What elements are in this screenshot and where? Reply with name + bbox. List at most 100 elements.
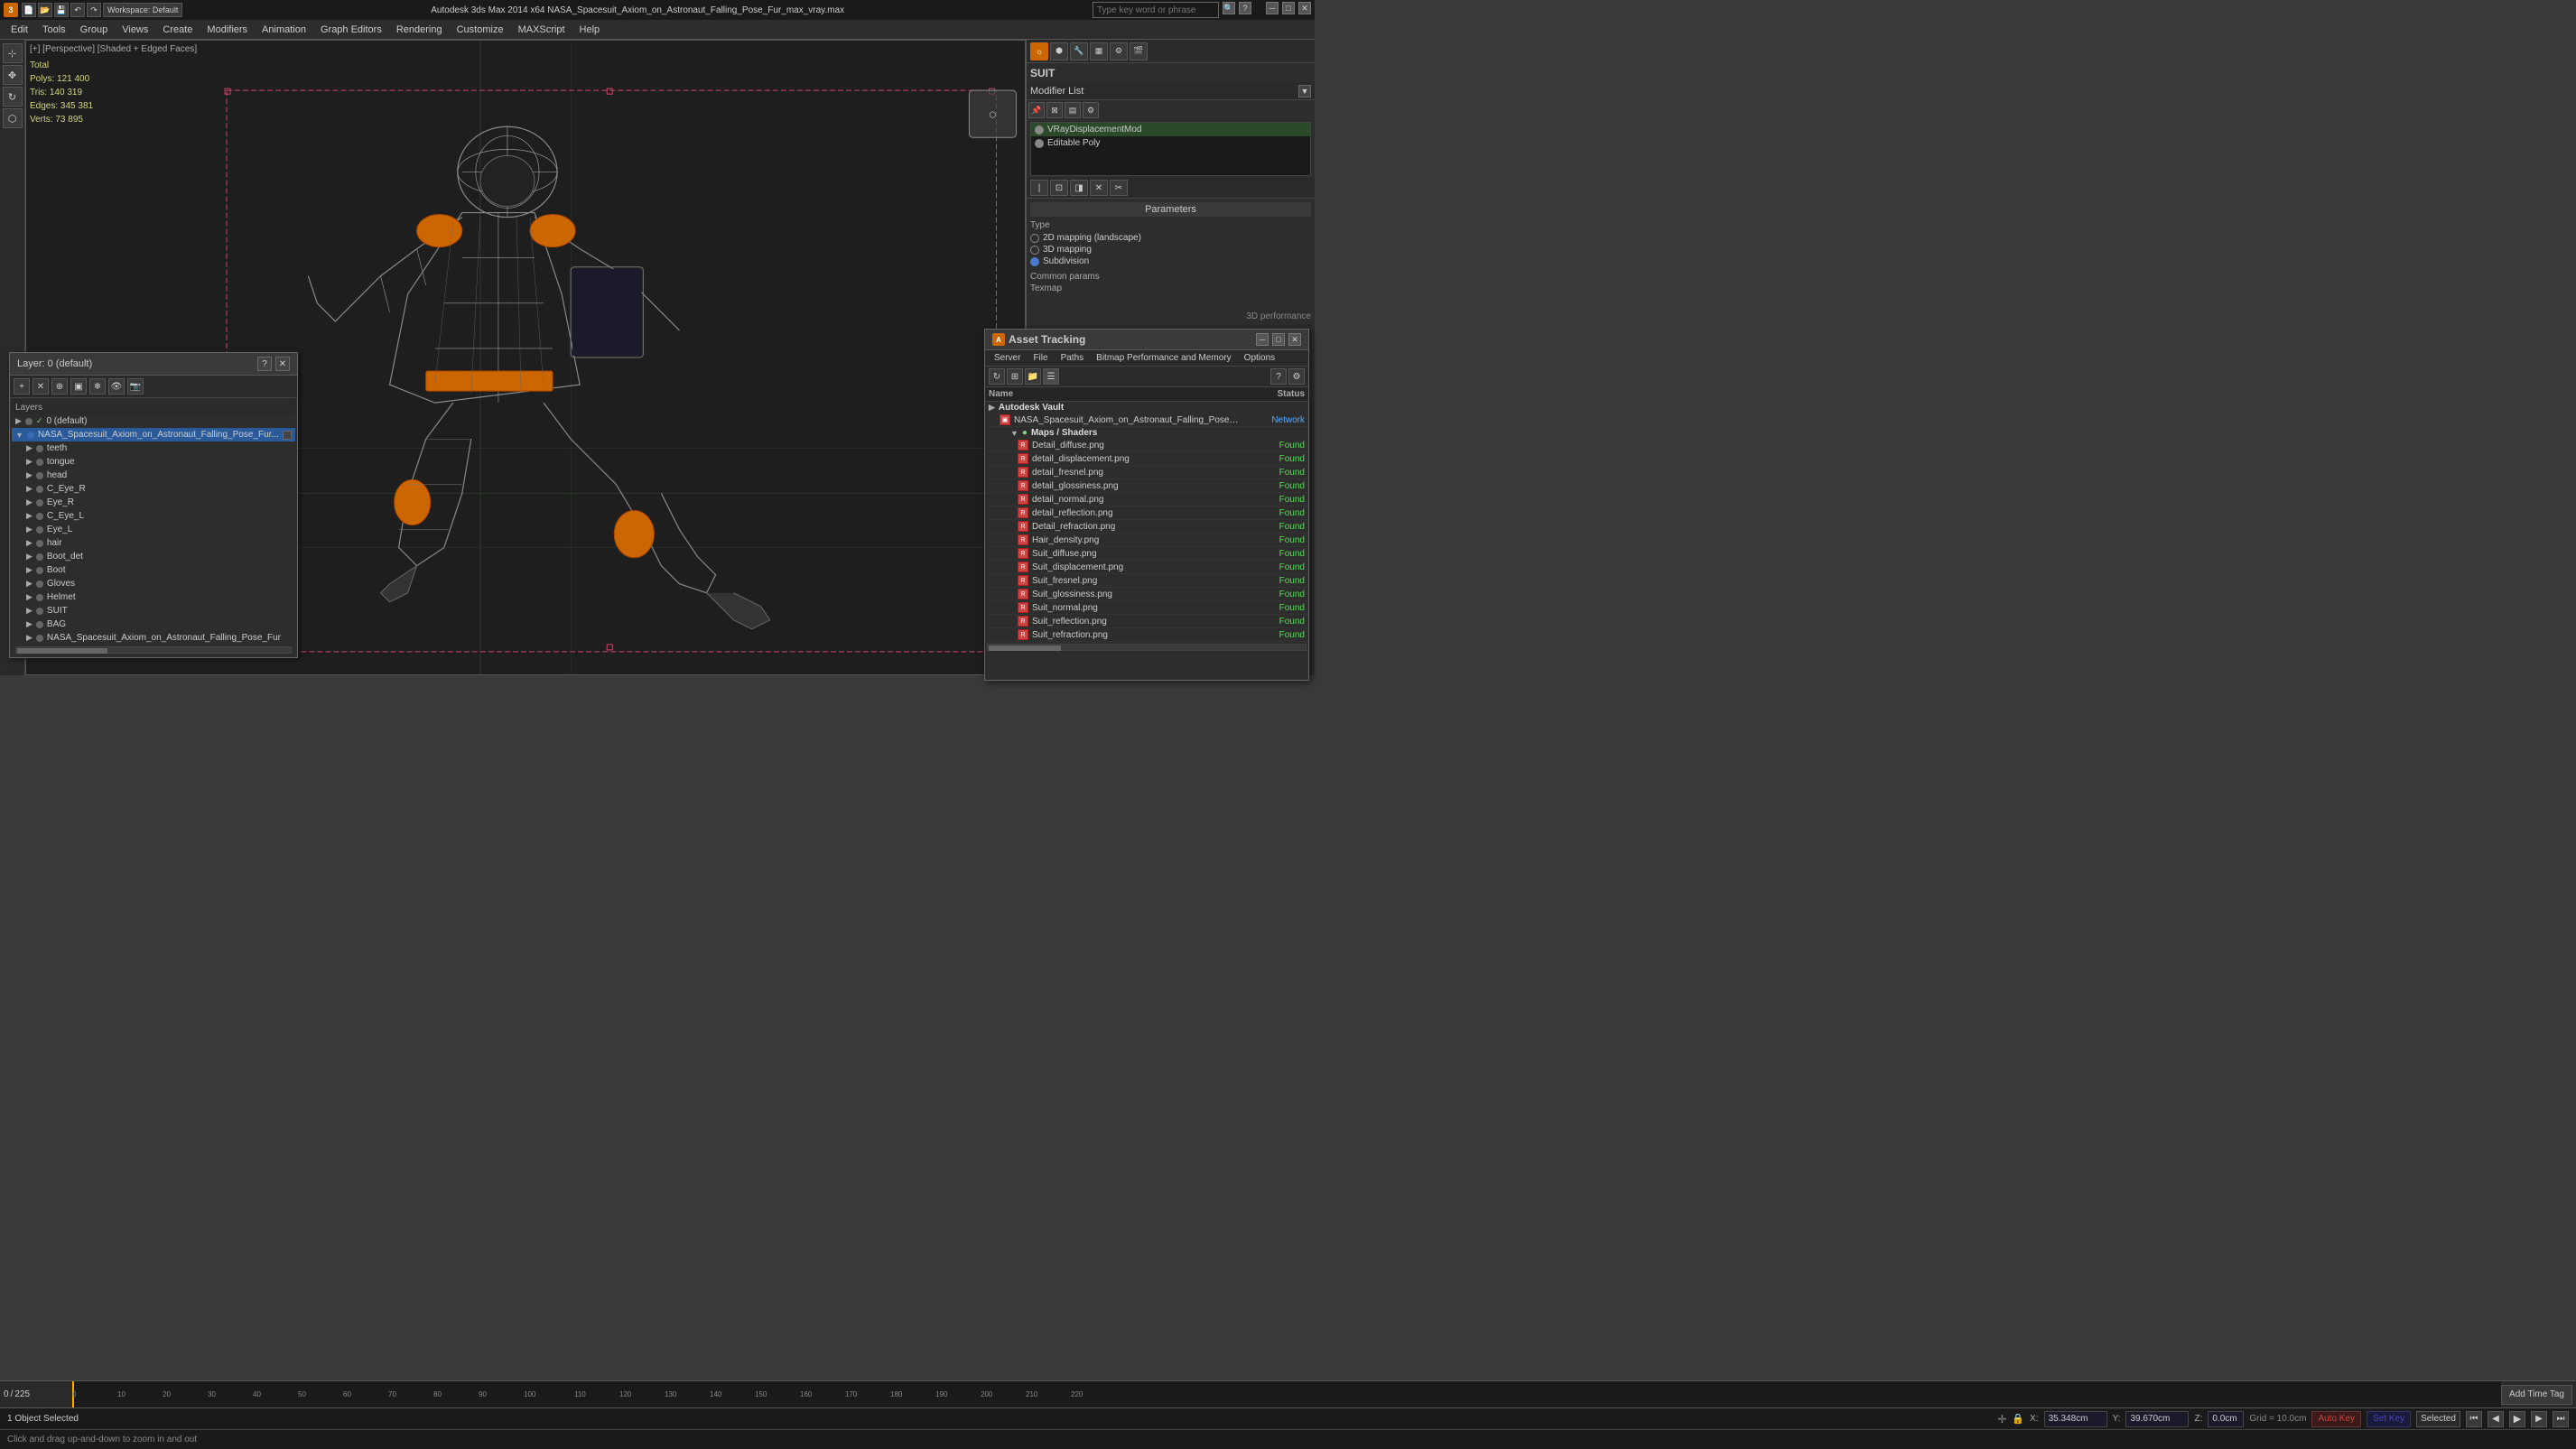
modifier-list-dropdown[interactable]: ▼ [1298, 85, 1311, 98]
layer-help-btn[interactable]: ? [257, 357, 272, 371]
menu-edit[interactable]: Edit [4, 23, 35, 37]
asset-row-detail-displacement[interactable]: R detail_displacement.png Found [985, 452, 1308, 466]
asset-close-btn[interactable]: ✕ [1288, 333, 1301, 346]
pin-btn[interactable]: 📌 [1028, 102, 1045, 118]
timeline-ruler[interactable]: 0 10 20 30 40 50 60 70 80 90 100 110 120… [72, 1381, 2501, 1407]
layer-item-head[interactable]: ▶ head [12, 469, 295, 482]
mod-btn-config[interactable]: ⊡ [1050, 180, 1068, 196]
panel-icon-6[interactable]: 🎬 [1130, 42, 1148, 60]
layer-item-eye-l[interactable]: ▶ Eye_L [12, 523, 295, 536]
asset-row-suit-reflection[interactable]: R Suit_reflection.png Found [985, 615, 1308, 628]
workspace-dropdown[interactable]: Workspace: Default [103, 3, 182, 17]
panel-icon-5[interactable]: ⚙ [1110, 42, 1128, 60]
asset-menu-paths[interactable]: Paths [1056, 352, 1090, 364]
asset-maximize-btn[interactable]: □ [1272, 333, 1285, 346]
layer-add-selection-btn[interactable]: ⊕ [51, 378, 68, 395]
asset-row-nasa-file[interactable]: ▣ NASA_Spacesuit_Axiom_on_Astronaut_Fall… [985, 413, 1308, 427]
mod-btn-show[interactable]: ◨ [1070, 180, 1088, 196]
layer-item-boot[interactable]: ▶ Boot [12, 563, 295, 577]
panel-icon-2[interactable]: ⬢ [1050, 42, 1068, 60]
prev-frame-btn[interactable]: ◀ [2488, 1411, 2504, 1427]
asset-row-suit-diffuse[interactable]: R Suit_diffuse.png Found [985, 547, 1308, 561]
layer-close-btn[interactable]: ✕ [275, 357, 290, 371]
new-btn[interactable]: 📄 [22, 3, 36, 17]
auto-key-btn[interactable]: Auto Key [2311, 1411, 2361, 1427]
x-coord-value[interactable]: 35.348cm [2044, 1411, 2107, 1427]
layer-item-bag[interactable]: ▶ BAG [12, 618, 295, 631]
save-btn[interactable]: 💾 [54, 3, 69, 17]
next-frame-btn[interactable]: ▶ [2531, 1411, 2547, 1427]
asset-menu-server[interactable]: Server [989, 352, 1026, 364]
search-input[interactable] [1093, 3, 1218, 17]
layer-item-default[interactable]: ▶ ✓ 0 (default) [12, 414, 295, 428]
layer-item-helmet[interactable]: ▶ Helmet [12, 590, 295, 604]
scale-tool-btn[interactable]: ⬡ [3, 108, 23, 128]
panel-icon-3[interactable]: 🔧 [1070, 42, 1088, 60]
layer-item-nasa-full[interactable]: ▶ NASA_Spacesuit_Axiom_on_Astronaut_Fall… [12, 631, 295, 645]
menu-group[interactable]: Group [73, 23, 116, 37]
layer-item-nasa[interactable]: ▼ NASA_Spacesuit_Axiom_on_Astronaut_Fall… [12, 428, 295, 441]
close-btn[interactable]: ✕ [1298, 2, 1311, 14]
menu-customize[interactable]: Customize [450, 23, 511, 37]
layer-item-boot-det[interactable]: ▶ Boot_det [12, 550, 295, 563]
asset-refresh-btn[interactable]: ↻ [989, 368, 1005, 385]
menu-maxscript[interactable]: MAXScript [511, 23, 572, 37]
menu-animation[interactable]: Animation [255, 23, 313, 37]
modifier-item-vray[interactable]: VRayDisplacementMod [1031, 123, 1310, 136]
asset-row-detail-normal[interactable]: R detail_normal.png Found [985, 493, 1308, 506]
menu-graph-editors[interactable]: Graph Editors [313, 23, 389, 37]
minimize-btn[interactable]: ─ [1266, 2, 1279, 14]
select-tool-btn[interactable]: ⊹ [3, 43, 23, 63]
layer-item-c-eye-r[interactable]: ▶ C_Eye_R [12, 482, 295, 496]
asset-group-maps[interactable]: ▼ ● Maps / Shaders [985, 427, 1308, 439]
menu-help[interactable]: Help [572, 23, 608, 37]
layer-item-c-eye-l[interactable]: ▶ C_Eye_L [12, 509, 295, 523]
rotate-tool-btn[interactable]: ↻ [3, 87, 23, 107]
z-coord-value[interactable]: 0.0cm [2208, 1411, 2244, 1427]
layer-freeze-btn[interactable]: ❄ [89, 378, 106, 395]
asset-menu-bitmap[interactable]: Bitmap Performance and Memory [1091, 352, 1237, 364]
asset-copy-btn[interactable]: ⊞ [1007, 368, 1023, 385]
search-icon-btn[interactable]: 🔍 [1223, 2, 1235, 14]
panel-icon-4[interactable]: ▦ [1090, 42, 1108, 60]
asset-row-suit-glossiness[interactable]: R Suit_glossiness.png Found [985, 588, 1308, 601]
panel-icon-1[interactable]: ☼ [1030, 42, 1048, 60]
asset-row-hair-density[interactable]: R Hair_density.png Found [985, 534, 1308, 547]
asset-scrollbar[interactable] [987, 644, 1307, 651]
radio-subdivision[interactable]: Subdivision [1030, 256, 1311, 266]
asset-row-detail-glossiness[interactable]: R detail_glossiness.png Found [985, 479, 1308, 493]
menu-rendering[interactable]: Rendering [389, 23, 450, 37]
layer-new-btn[interactable]: + [14, 378, 30, 395]
maximize-btn[interactable]: □ [1282, 2, 1295, 14]
asset-row-suit-fresnel[interactable]: R Suit_fresnel.png Found [985, 574, 1308, 588]
asset-menu-options[interactable]: Options [1239, 352, 1280, 364]
selected-dropdown[interactable]: Selected [2416, 1411, 2460, 1427]
asset-row-suit-displacement[interactable]: R Suit_displacement.png Found [985, 561, 1308, 574]
asset-browse-btn[interactable]: 📁 [1025, 368, 1041, 385]
asset-list-view-btn[interactable]: ☰ [1043, 368, 1059, 385]
help-icon-btn[interactable]: ? [1239, 2, 1251, 14]
mod-btn-delete[interactable]: ✕ [1090, 180, 1108, 196]
asset-row-detail-reflection[interactable]: R detail_reflection.png Found [985, 506, 1308, 520]
asset-restore-btn[interactable]: ─ [1256, 333, 1269, 346]
menu-tools[interactable]: Tools [35, 23, 73, 37]
asset-row-detail-refraction[interactable]: R Detail_refraction.png Found [985, 520, 1308, 534]
asset-group-vault[interactable]: ▶ Autodesk Vault [985, 402, 1308, 413]
layer-hide-btn[interactable]: 👁 [108, 378, 125, 395]
layer-scrollbar[interactable] [15, 646, 292, 654]
redo-btn[interactable]: ↷ [87, 3, 101, 17]
configure-btn[interactable]: ⚙ [1083, 102, 1099, 118]
play-btn[interactable]: ▶ [2509, 1411, 2525, 1427]
mod-btn-cut[interactable]: ✂ [1110, 180, 1128, 196]
go-end-btn[interactable]: ⏭ [2553, 1411, 2569, 1427]
open-btn[interactable]: 📂 [38, 3, 52, 17]
asset-help-btn[interactable]: ? [1270, 368, 1287, 385]
asset-row-suit-normal[interactable]: R Suit_normal.png Found [985, 601, 1308, 615]
modifier-item-poly[interactable]: Editable Poly [1031, 136, 1310, 150]
asset-settings-btn[interactable]: ⚙ [1288, 368, 1305, 385]
radio-2d-mapping[interactable]: 2D mapping (landscape) [1030, 233, 1311, 243]
layer-item-tongue[interactable]: ▶ tongue [12, 455, 295, 469]
add-time-tag-btn[interactable]: Add Time Tag [2501, 1385, 2572, 1405]
menu-views[interactable]: Views [115, 23, 155, 37]
mod-btn-pin[interactable]: | [1030, 180, 1048, 196]
